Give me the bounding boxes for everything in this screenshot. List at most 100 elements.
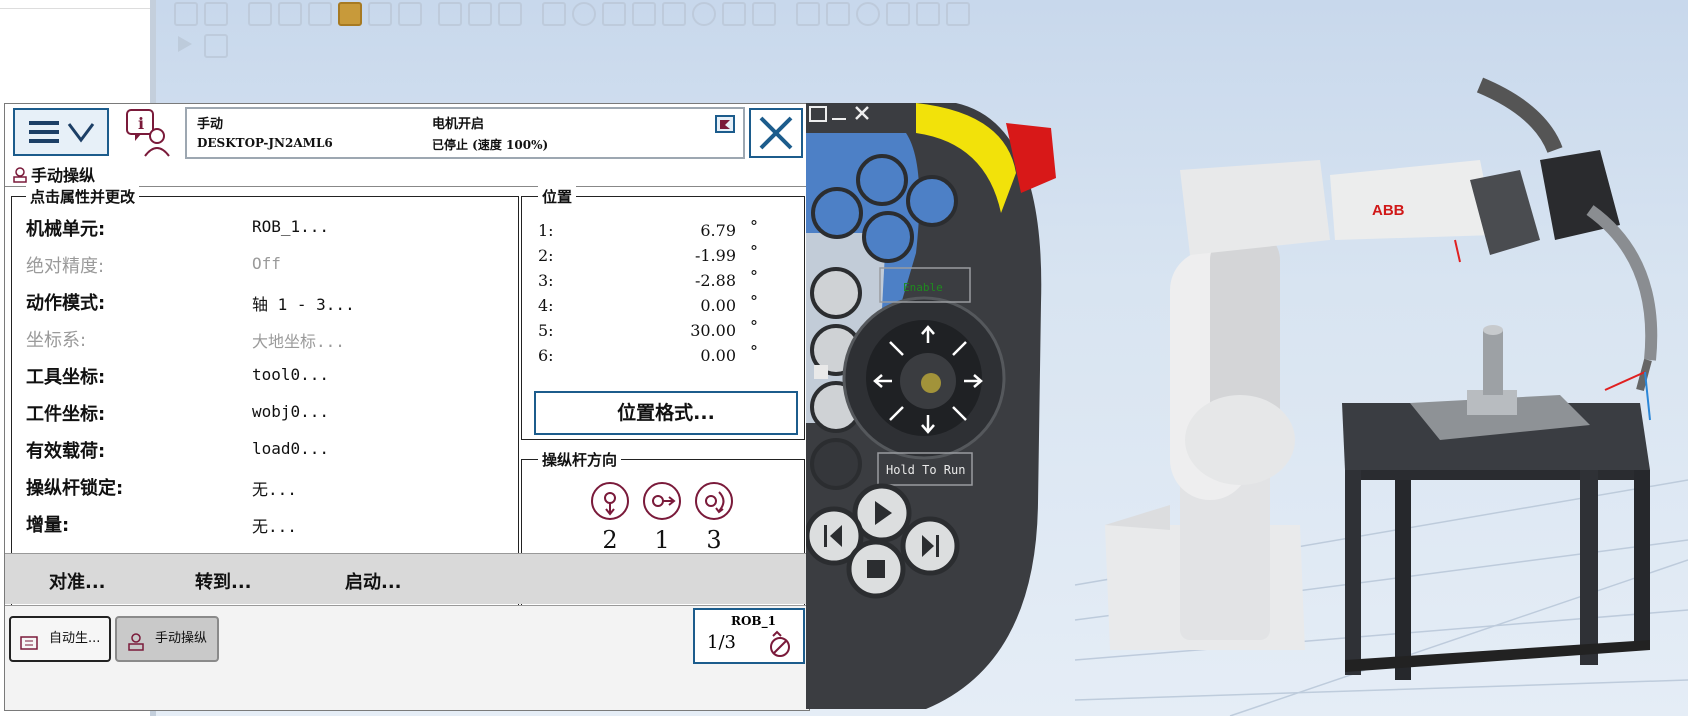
toolbar-snap-icon[interactable]	[498, 2, 522, 26]
axis-unit: °	[750, 242, 758, 261]
flexpendant-window: i 手动 DESKTOP-JN2AML6 电机开启 已停止 (速度 100%) …	[4, 103, 810, 711]
goto-button[interactable]: 转到...	[195, 568, 252, 594]
status-bar[interactable]: 手动 DESKTOP-JN2AML6 电机开启 已停止 (速度 100%)	[185, 107, 745, 159]
program-state: 已停止 (速度 100%)	[432, 138, 549, 152]
toolbar-measure-icon[interactable]	[886, 2, 910, 26]
task-auto-production[interactable]: 自动生...	[9, 616, 111, 662]
joystick-rotate-icon	[695, 482, 733, 520]
property-label: 坐标系:	[26, 330, 87, 351]
toolbar-snap-icon[interactable]	[468, 2, 492, 26]
property-label: 有效载荷:	[26, 441, 106, 462]
main-menu-button[interactable]	[13, 108, 109, 156]
toolbar-stop-icon[interactable]	[204, 34, 228, 58]
properties-group-title: 点击属性并更改	[26, 186, 140, 207]
property-value[interactable]: load0...	[252, 439, 329, 458]
toolbar-measure-icon[interactable]	[692, 2, 716, 26]
property-value[interactable]: 轴 1 - 3...	[252, 291, 355, 315]
joystick-group-title: 操纵杆方向	[538, 449, 622, 470]
property-label: 工具坐标:	[26, 367, 106, 388]
command-bar: 对准... 转到... 启动...	[5, 553, 809, 604]
motor-state: 电机开启	[432, 117, 485, 132]
auto-production-icon	[19, 629, 41, 651]
joystick-right-icon	[643, 482, 681, 520]
axis-value: 0.00	[700, 346, 736, 365]
increment-off-icon	[765, 630, 795, 664]
toolbar-select-icon[interactable]	[204, 2, 228, 26]
controller-name: DESKTOP-JN2AML6	[197, 136, 333, 150]
property-label: 操纵杆锁定:	[26, 478, 124, 499]
joystick-down-icon	[591, 482, 629, 520]
quickset-button[interactable]: ROB_1 1/3	[693, 608, 805, 664]
joystick-axis-number: 3	[706, 526, 722, 554]
task-label: 手动操纵	[155, 631, 208, 646]
joystick-direction-item: 1	[640, 482, 684, 554]
axis-row: 2: -1.99 °	[538, 242, 758, 268]
toolbar-snap-icon[interactable]	[248, 2, 272, 26]
property-label: 动作模式:	[26, 293, 106, 314]
work-table	[1342, 325, 1650, 680]
robot-brand-logo: ABB	[1372, 202, 1405, 219]
toolbar-snap-object-icon[interactable]	[338, 2, 362, 26]
toolbar-measure-icon[interactable]	[662, 2, 686, 26]
position-group-title: 位置	[538, 186, 577, 207]
property-value[interactable]: 无...	[252, 476, 297, 500]
activate-button[interactable]: 启动...	[345, 568, 402, 594]
jog-icon	[125, 629, 147, 651]
event-log-icon[interactable]: i	[125, 108, 175, 158]
robot-arm: ABB	[1105, 77, 1658, 650]
joystick-axis-number: 1	[654, 526, 670, 554]
robotstudio-toolbar	[174, 0, 1060, 60]
axis-value: 30.00	[690, 321, 736, 340]
toolbar-snap-icon[interactable]	[438, 2, 462, 26]
device-jog-button[interactable]	[810, 267, 862, 319]
toolbar-measure-icon[interactable]	[602, 2, 626, 26]
toolbar-snap-icon[interactable]	[398, 2, 422, 26]
view-title-text: 手动操纵	[31, 166, 96, 185]
position-format-button[interactable]: 位置格式...	[534, 391, 798, 435]
toolbar-measure-icon[interactable]	[916, 2, 940, 26]
property-value[interactable]: 无...	[252, 513, 297, 537]
pendant-header: i 手动 DESKTOP-JN2AML6 电机开启 已停止 (速度 100%)	[5, 104, 809, 162]
mech-unit-label: ROB_1	[731, 614, 776, 628]
toolbar-measure-icon[interactable]	[572, 2, 596, 26]
toolbar-measure-icon[interactable]	[752, 2, 776, 26]
toolbar-select-icon[interactable]	[174, 2, 198, 26]
pendant-taskbar: 自动生... 手动操纵 ROB_1 1/3	[5, 605, 809, 710]
device-toggle-button[interactable]	[810, 438, 862, 490]
toolbar-measure-icon[interactable]	[542, 2, 566, 26]
toolbar-measure-icon[interactable]	[722, 2, 746, 26]
toolbar-play-icon[interactable]	[174, 34, 194, 54]
axis-value: 6.79	[700, 221, 736, 240]
speed-fraction: 1/3	[707, 632, 736, 653]
axis-row: 5: 30.00 °	[538, 317, 758, 343]
joystick-direction-item: 2	[588, 482, 632, 554]
axis-label: 4:	[538, 296, 554, 315]
axis-row: 3: -2.88 °	[538, 267, 758, 293]
close-button[interactable]	[749, 108, 803, 158]
toolbar-measure-icon[interactable]	[796, 2, 820, 26]
view-title: 手动操纵	[13, 162, 95, 186]
property-value[interactable]: wobj0...	[252, 402, 329, 421]
axis-label: 6:	[538, 346, 554, 365]
operating-mode: 手动	[197, 117, 224, 132]
toolbar-measure-icon[interactable]	[632, 2, 656, 26]
hold-to-run-label: Hold To Run	[886, 463, 965, 477]
toolbar-measure-icon[interactable]	[826, 2, 850, 26]
property-label: 增量:	[26, 515, 70, 536]
property-label: 工件坐标:	[26, 404, 106, 425]
toolbar-snap-icon[interactable]	[368, 2, 392, 26]
toolbar-snap-icon[interactable]	[308, 2, 332, 26]
axis-unit: °	[750, 342, 758, 361]
property-value[interactable]: tool0...	[252, 365, 329, 384]
align-button[interactable]: 对准...	[49, 568, 106, 594]
toolbar-measure-icon[interactable]	[856, 2, 880, 26]
toolbar-measure-icon[interactable]	[946, 2, 970, 26]
axis-unit: °	[750, 317, 758, 336]
axis-value: -1.99	[694, 246, 736, 265]
property-value[interactable]: ROB_1...	[252, 217, 329, 236]
property-value: Off	[252, 254, 281, 273]
task-jogging[interactable]: 手动操纵	[115, 616, 219, 662]
axis-label: 5:	[538, 321, 554, 340]
toolbar-snap-icon[interactable]	[278, 2, 302, 26]
task-label: 自动生...	[49, 631, 101, 646]
